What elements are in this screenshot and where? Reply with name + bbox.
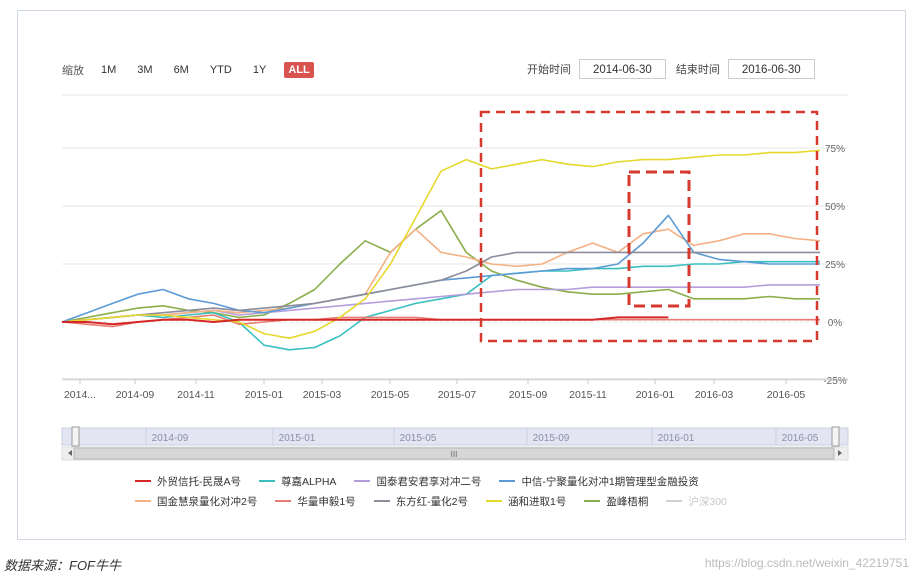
legend-item[interactable]: 外贸信托-民晟A号 <box>135 474 241 489</box>
highlight-box-small <box>627 170 691 308</box>
navigator-tick-label: 2015-01 <box>279 433 316 444</box>
legend-label: 涵和进取1号 <box>508 495 567 508</box>
y-tick-label: 25% <box>825 260 845 271</box>
x-tick-label: 2015-11 <box>569 389 607 401</box>
watermark: https://blog.csdn.net/weixin_42219751 <box>704 556 909 570</box>
y-tick-label: 75% <box>825 144 845 155</box>
series-line-7 <box>61 149 821 339</box>
legend-swatch <box>275 500 292 502</box>
navigator-handle-right <box>831 426 840 447</box>
legend-item[interactable]: 盈峰梧桐 <box>584 494 648 509</box>
scrollbar-grip: III <box>451 450 458 459</box>
legend-label: 国金慧泉量化对冲2号 <box>157 495 258 508</box>
y-tick-label: 0% <box>828 318 843 329</box>
x-tick-label: 2015-05 <box>371 389 410 401</box>
legend-item[interactable]: 尊嘉ALPHA <box>259 474 336 489</box>
legend-swatch <box>135 480 151 482</box>
legend-item[interactable]: 中信-宁聚量化对冲1期管理型金融投资 <box>499 474 699 489</box>
legend-swatch <box>584 500 601 502</box>
navigator-tick-label: 2014-09 <box>152 433 189 444</box>
y-tick-label: 50% <box>825 202 845 213</box>
legend-label: 华量申毅1号 <box>297 495 356 508</box>
x-tick-label: 2015-01 <box>245 389 284 401</box>
legend-item[interactable]: 华量申毅1号 <box>275 494 356 509</box>
navigator-tick-label: 2015-09 <box>533 433 570 444</box>
legend-item[interactable]: 国泰君安君享对冲二号 <box>354 474 481 489</box>
legend-swatch <box>354 480 371 482</box>
legend-item[interactable]: 沪深300 <box>666 494 727 509</box>
x-tick-label: 2014-09 <box>116 389 155 401</box>
x-tick-label: 2016-03 <box>695 389 734 401</box>
legend-swatch <box>666 500 683 502</box>
x-tick-label: 2015-09 <box>509 389 548 401</box>
x-tick-label: 2016-01 <box>636 389 675 401</box>
series-line-8 <box>61 209 820 323</box>
legend-swatch <box>259 480 275 482</box>
legend-swatch <box>499 480 516 482</box>
x-tick-label: 2015-07 <box>438 389 477 401</box>
legend-item[interactable]: 涵和进取1号 <box>486 494 566 509</box>
legend-swatch <box>486 500 503 502</box>
highlight-box-large <box>479 110 819 343</box>
legend-label: 国泰君安君享对冲二号 <box>376 475 482 488</box>
navigator-handle-left <box>71 426 80 447</box>
y-tick-label: -25% <box>823 376 846 387</box>
navigator-tick-label: 2016-01 <box>658 433 695 444</box>
legend-label: 东方红-量化2号 <box>395 495 469 508</box>
legend: 外贸信托-民晟A号 尊嘉ALPHA 国泰君安君享对冲二号 中信-宁聚量化对冲1期管理型… <box>135 471 815 511</box>
x-tick-label: 2014... <box>64 389 96 401</box>
legend-label: 外贸信托-民晟A号 <box>157 475 241 488</box>
navigator-tick-label: 2015-05 <box>400 433 437 444</box>
x-tick-label: 2014-11 <box>177 389 215 401</box>
series-line-0 <box>62 316 669 326</box>
legend-swatch <box>373 500 390 502</box>
x-tick-label: 2015-03 <box>303 389 342 401</box>
navigator-tick-label: 2016-05 <box>782 433 819 444</box>
series-line-3 <box>61 214 820 323</box>
legend-label: 沪深300 <box>688 495 727 508</box>
series-line-1 <box>61 260 820 351</box>
legend-swatch <box>135 500 151 502</box>
legend-label: 中信-宁聚量化对冲1期管理型金融投资 <box>521 475 699 488</box>
legend-label: 盈峰梧桐 <box>606 495 649 508</box>
x-tick-label: 2016-05 <box>767 389 806 401</box>
source-caption: 数据来源：FOF牛牛 <box>4 558 121 573</box>
legend-item[interactable]: 国金慧泉量化对冲2号 <box>135 494 257 509</box>
legend-item[interactable]: 东方红-量化2号 <box>373 494 469 509</box>
legend-label: 尊嘉ALPHA <box>281 475 337 488</box>
